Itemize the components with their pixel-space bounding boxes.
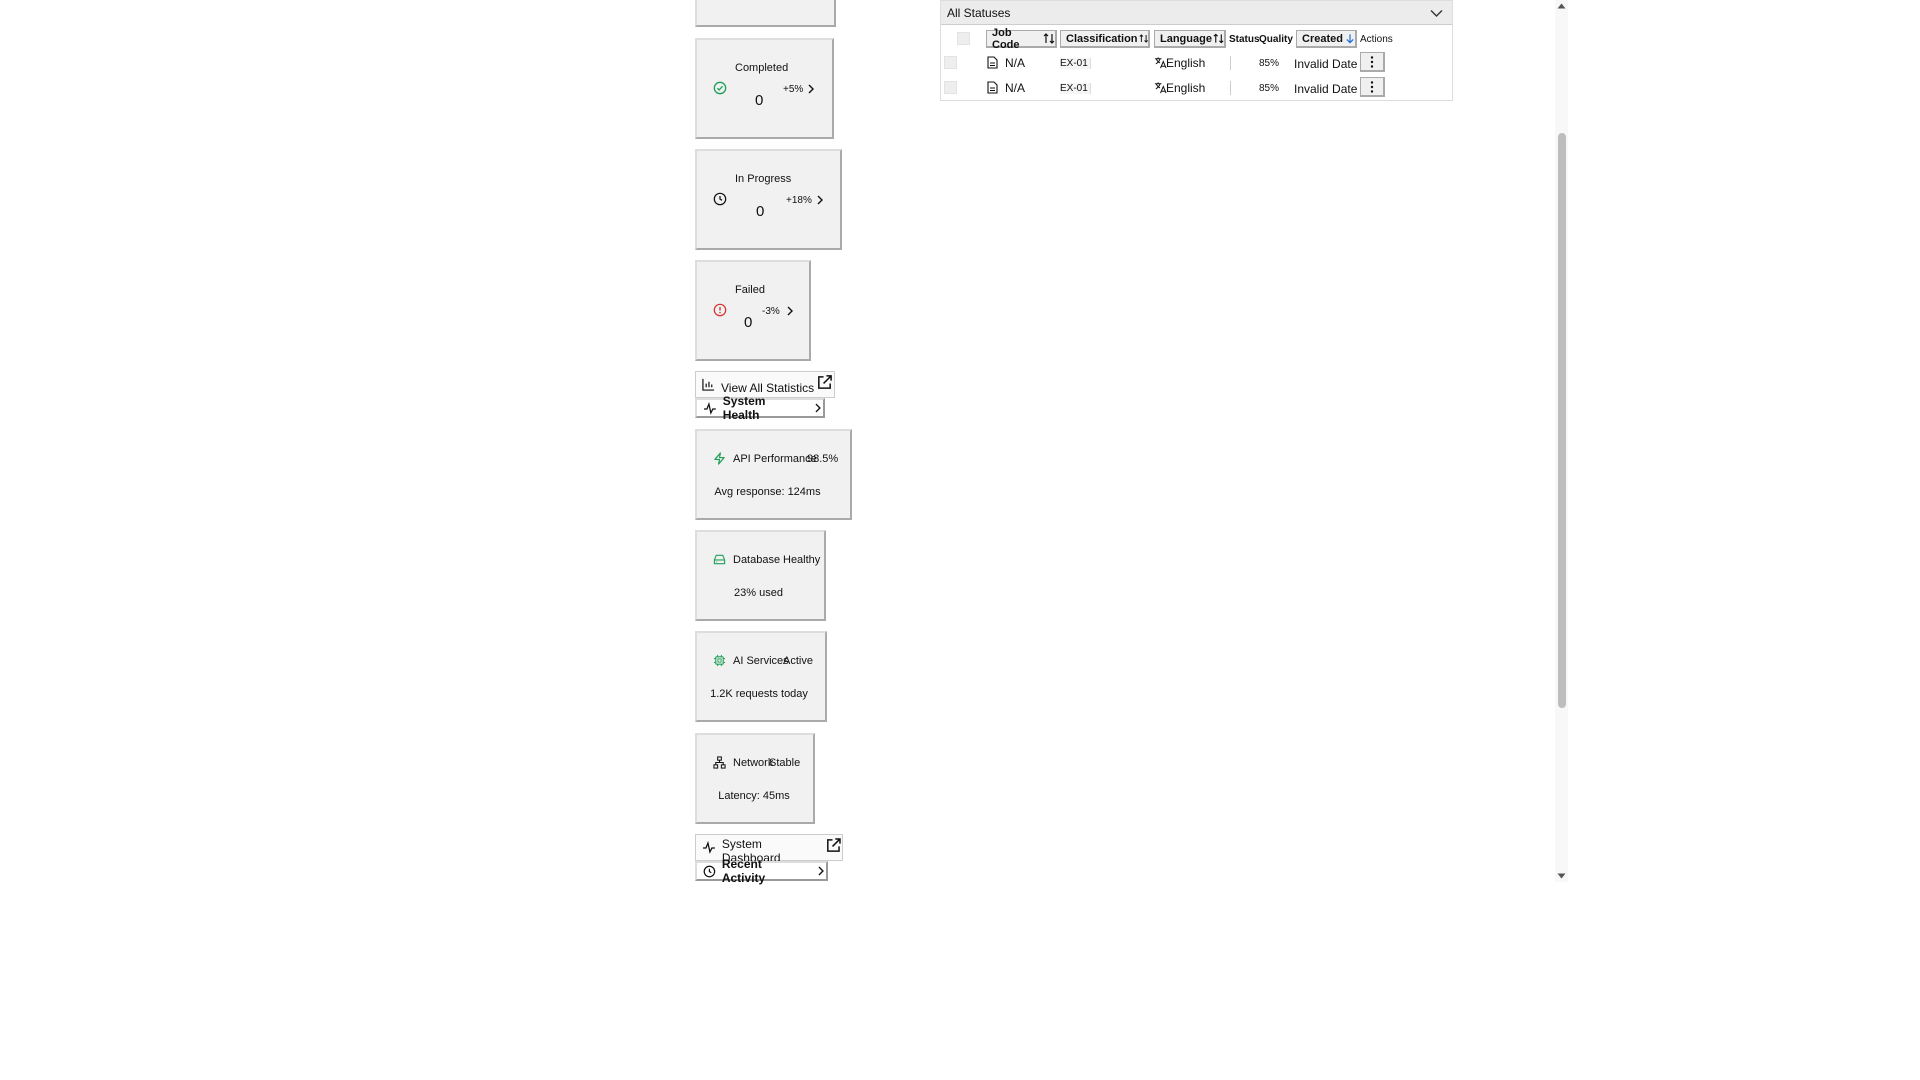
select-all-checkbox[interactable] xyxy=(957,32,970,45)
clock-icon xyxy=(703,865,716,877)
health-status: Stable xyxy=(769,757,801,769)
check-circle-icon xyxy=(713,81,727,95)
external-link-icon xyxy=(818,375,833,389)
health-detail: 23% used xyxy=(734,587,783,599)
file-text-icon xyxy=(987,81,998,94)
status-divider xyxy=(1230,81,1231,95)
jobs-table-panel: All Statuses Job Code Classification Lan… xyxy=(940,0,1453,101)
column-label: Job Code xyxy=(992,26,1020,51)
health-detail: 1.2K requests today xyxy=(710,688,808,700)
quality-cell: 85% xyxy=(1259,83,1280,94)
classification-badge: EX-01 xyxy=(1060,83,1091,94)
language-cell: English xyxy=(1166,56,1206,70)
stat-card-failed[interactable]: Failed 0 -3% xyxy=(695,260,811,361)
stat-value: 0 xyxy=(744,314,753,331)
column-label-status: Status xyxy=(1229,34,1260,45)
scrollbar-thumb[interactable] xyxy=(1558,133,1566,708)
stat-change: +5% xyxy=(783,84,804,95)
scroll-down-icon[interactable] xyxy=(1557,873,1566,879)
system-health-label: System Health xyxy=(722,394,766,422)
column-label: Classification xyxy=(1066,32,1138,45)
status-filter-select[interactable]: All Statuses xyxy=(941,1,1452,25)
health-name: AI Services xyxy=(733,655,789,667)
stat-card-completed[interactable]: Completed 0 +5% xyxy=(695,38,834,139)
activity-icon xyxy=(703,401,716,415)
chevron-down-icon xyxy=(1430,10,1443,17)
chevron-right-icon xyxy=(818,866,825,876)
sort-created-button[interactable]: Created xyxy=(1296,30,1357,48)
sort-job-code-button[interactable]: Job Code xyxy=(986,26,1057,51)
health-status: 98.5% xyxy=(807,453,839,465)
health-name: Database xyxy=(733,554,781,566)
health-card-database: Database Healthy 23% used xyxy=(695,530,826,621)
column-label-actions: Actions xyxy=(1360,34,1393,45)
stat-change: +18% xyxy=(786,195,812,206)
network-icon xyxy=(713,756,726,769)
stat-change: -3% xyxy=(762,306,780,317)
sort-classification-button[interactable]: Classification xyxy=(1060,30,1150,48)
job-code-cell: N/A xyxy=(1005,81,1026,95)
health-status: Healthy xyxy=(783,554,821,566)
external-link-icon xyxy=(827,838,841,852)
row-checkbox[interactable] xyxy=(944,56,957,69)
column-label-quality: Quality xyxy=(1259,34,1293,45)
scroll-up-icon[interactable] xyxy=(1557,3,1566,9)
health-name: API Performance xyxy=(733,453,817,465)
clock-icon xyxy=(713,192,727,206)
health-card-api: API Performance 98.5% Avg response: 124m… xyxy=(695,429,852,520)
health-card-network: Network Stable Latency: 45ms xyxy=(695,733,815,824)
stat-value: 0 xyxy=(755,92,764,109)
created-cell: Invalid Date xyxy=(1294,82,1358,96)
more-vertical-icon xyxy=(1370,55,1374,68)
row-actions-button[interactable] xyxy=(1360,52,1385,72)
status-filter-value: All Statuses xyxy=(947,6,1011,20)
stat-title: In Progress xyxy=(735,173,792,185)
row-checkbox[interactable] xyxy=(944,81,957,94)
health-detail: Avg response: 124ms xyxy=(714,486,821,498)
cpu-icon xyxy=(713,654,726,667)
sort-icon xyxy=(1043,33,1055,44)
bar-chart-icon xyxy=(702,378,715,391)
row-actions-button[interactable] xyxy=(1360,77,1385,97)
chevron-right-icon xyxy=(817,195,823,205)
stat-title: Failed xyxy=(735,284,765,296)
created-cell: Invalid Date xyxy=(1294,57,1358,71)
arrow-down-icon xyxy=(1346,34,1354,44)
status-divider xyxy=(1230,56,1231,70)
sort-icon xyxy=(1138,34,1148,43)
health-card-ai-services: AI Services Active 1.2K requests today xyxy=(695,631,827,722)
column-label: Language xyxy=(1160,32,1212,45)
classification-badge: EX-01 xyxy=(1060,58,1091,69)
partial-stat-card xyxy=(695,0,836,27)
view-all-statistics-label: View All Statistics xyxy=(721,380,815,395)
stat-title: Completed xyxy=(735,62,789,74)
recent-activity-label: Recent Activity xyxy=(721,857,766,885)
health-name: Network xyxy=(733,757,774,769)
quality-cell: 85% xyxy=(1259,58,1280,69)
sort-language-button[interactable]: Language xyxy=(1154,30,1226,48)
language-cell: English xyxy=(1166,81,1206,95)
health-status: Active xyxy=(783,655,813,667)
stat-card-in-progress[interactable]: In Progress 0 +18% xyxy=(695,149,842,250)
chevron-right-icon xyxy=(787,306,793,316)
recent-activity-section-button[interactable]: Recent Activity xyxy=(695,857,828,885)
more-vertical-icon xyxy=(1370,80,1374,93)
job-code-cell: N/A xyxy=(1005,56,1026,70)
zap-icon xyxy=(714,452,725,465)
sort-icon xyxy=(1213,33,1224,44)
chevron-right-icon xyxy=(815,403,822,413)
activity-icon xyxy=(702,841,715,854)
stat-value: 0 xyxy=(756,203,765,220)
column-label: Created xyxy=(1302,32,1343,45)
health-detail: Latency: 45ms xyxy=(718,790,790,802)
alert-circle-icon xyxy=(713,303,727,317)
chevron-right-icon xyxy=(808,84,814,94)
file-text-icon xyxy=(987,56,998,69)
hard-drive-icon xyxy=(713,554,726,565)
system-health-section-button[interactable]: System Health xyxy=(695,394,825,422)
